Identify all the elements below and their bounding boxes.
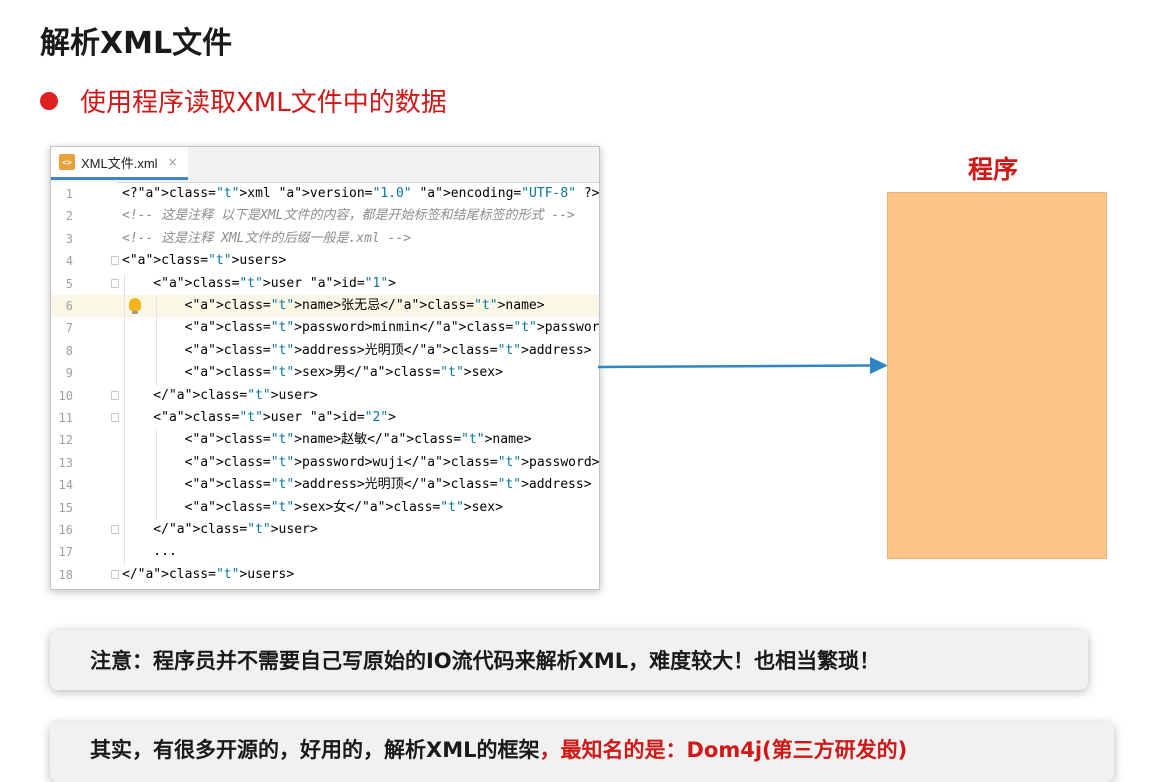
close-icon[interactable]: × (168, 155, 178, 169)
framework-note-text: 其实，有很多开源的，好用的，解析XML的框架 (90, 738, 540, 762)
xml-file-icon: <> (59, 154, 75, 170)
line-number: 9 (65, 366, 73, 381)
indent-guide (156, 430, 157, 520)
code-text: <?"a">class="t">xml "a">version="1.0" "a… (122, 186, 600, 201)
line-number: 13 (58, 455, 73, 470)
code-line[interactable]: 15 <"a">class="t">sex>女</"a">class="t">s… (51, 497, 599, 519)
code-text: </"a">class="t">user> (122, 387, 318, 403)
line-number: 8 (65, 343, 73, 358)
code-text: <"a">class="t">sex>女</"a">class="t">sex> (122, 499, 503, 515)
tab-xml-file[interactable]: <> XML文件.xml × (51, 147, 188, 180)
xml-editor-window: <> XML文件.xml × 1 <?"a">class="t">xml "a">… (50, 146, 600, 590)
code-text: </"a">class="t">users> (122, 566, 295, 582)
code-text: <"a">class="t">password>wuji</"a">class=… (122, 454, 600, 470)
line-number: 18 (58, 567, 73, 582)
line-number: 14 (58, 478, 73, 493)
code-line[interactable]: 7 <"a">class="t">password>minmin</"a">cl… (51, 317, 599, 339)
tab-label: XML文件.xml (81, 155, 158, 171)
code-text: <"a">class="t">address>光明顶</"a">class="t… (122, 477, 592, 493)
flow-arrow (598, 357, 888, 374)
code-text: <"a">class="t">name>赵敏</"a">class="t">na… (122, 432, 532, 448)
line-number: 6 (65, 299, 73, 313)
fold-marker-icon[interactable] (111, 390, 119, 400)
code-line[interactable]: 1 <?"a">class="t">xml "a">version="1.0" "… (51, 183, 599, 205)
code-line[interactable]: 8 <"a">class="t">address>光明顶</"a">class=… (51, 340, 599, 362)
code-text: <"a">class="t">address>光明顶</"a">class="t… (122, 342, 592, 358)
framework-note-bar: 其实，有很多开源的，好用的，解析XML的框架，最知名的是：Dom4j(第三方研发… (50, 722, 1114, 782)
code-area[interactable]: 1 <?"a">class="t">xml "a">version="1.0" "… (51, 182, 599, 589)
code-line[interactable]: 4 <"a">class="t">users> (51, 250, 599, 272)
flow-arrow-head (870, 357, 888, 374)
code-text: <"a">class="t">user "a">id="2"> (122, 410, 396, 425)
code-text: <"a">class="t">users> (122, 253, 287, 269)
indent-guide (124, 273, 125, 565)
code-line[interactable]: 17 ... (51, 541, 599, 563)
line-number: 17 (58, 545, 73, 560)
bullet-dot-icon (40, 91, 58, 110)
line-number: 4 (65, 254, 73, 269)
code-line[interactable]: 13 <"a">class="t">password>wuji</"a">cla… (51, 452, 599, 474)
fold-marker-icon[interactable] (111, 569, 119, 579)
bullet-point: 使用程序读取XML文件中的数据 (40, 82, 447, 119)
code-line[interactable]: 10 </"a">class="t">user> (51, 385, 599, 407)
fold-marker-icon[interactable] (111, 525, 119, 534)
flow-arrow-line (598, 364, 871, 369)
code-text: <"a">class="t">sex>男</"a">class="t">sex> (122, 365, 503, 381)
program-label: 程序 (968, 155, 1019, 184)
note-text: 注意：程序员并不需要自己写原始的IO流代码来解析XML，难度较大！也相当繁琐！ (90, 649, 881, 673)
page-title: 解析XML文件 (40, 26, 233, 61)
code-text: ... (122, 544, 177, 560)
code-text: <"a">class="t">password>minmin</"a">clas… (122, 320, 600, 336)
fold-marker-icon[interactable] (111, 413, 119, 422)
code-line[interactable]: 6 <"a">class="t">name>张无忌</"a">class="t"… (51, 295, 599, 318)
fold-marker-icon[interactable] (111, 256, 119, 266)
line-number: 12 (58, 433, 73, 448)
code-line[interactable]: 18 </"a">class="t">users> (51, 564, 599, 586)
line-number: 1 (65, 187, 73, 201)
code-text: <"a">class="t">user "a">id="1"> (122, 275, 396, 291)
editor-tab-bar: <> XML文件.xml × (51, 147, 599, 183)
note-bar: 注意：程序员并不需要自己写原始的IO流代码来解析XML，难度较大！也相当繁琐！ (50, 630, 1088, 690)
code-line[interactable]: 9 <"a">class="t">sex>男</"a">class="t">se… (51, 362, 599, 384)
bullet-text: 使用程序读取XML文件中的数据 (80, 88, 447, 118)
code-line[interactable]: 5 <"a">class="t">user "a">id="1"> (51, 273, 599, 295)
code-text: <!-- 这是注释 以下是XML文件的内容，都是开始标签和结尾标签的形式 --> (122, 208, 575, 224)
code-line[interactable]: 14 <"a">class="t">address>光明顶</"a">class… (51, 474, 599, 496)
code-line[interactable]: 2 <!-- 这是注释 以下是XML文件的内容，都是开始标签和结尾标签的形式 --… (51, 205, 599, 227)
code-text: </"a">class="t">user> (122, 522, 318, 537)
line-number: 3 (65, 231, 73, 246)
code-text: <"a">class="t">name>张无忌</"a">class="t">n… (122, 298, 545, 313)
line-number: 2 (65, 209, 73, 224)
code-text: <!-- 这是注释 XML文件的后缀一般是.xml --> (122, 230, 412, 246)
code-line[interactable]: 3 <!-- 这是注释 XML文件的后缀一般是.xml --> (51, 228, 599, 250)
code-line[interactable]: 11 <"a">class="t">user "a">id="2"> (51, 407, 599, 429)
program-box (887, 192, 1107, 559)
line-number: 7 (65, 321, 73, 336)
code-line[interactable]: 16 </"a">class="t">user> (51, 519, 599, 541)
code-line[interactable]: 12 <"a">class="t">name>赵敏</"a">class="t"… (51, 429, 599, 451)
line-number: 15 (58, 500, 73, 515)
line-number: 5 (65, 276, 73, 291)
framework-note-highlight: ，最知名的是：Dom4j(第三方研发的) (539, 738, 908, 762)
line-number: 16 (58, 523, 73, 537)
indent-guide (156, 296, 157, 386)
fold-marker-icon[interactable] (111, 278, 119, 288)
line-number: 10 (58, 388, 73, 403)
line-number: 11 (58, 411, 73, 425)
